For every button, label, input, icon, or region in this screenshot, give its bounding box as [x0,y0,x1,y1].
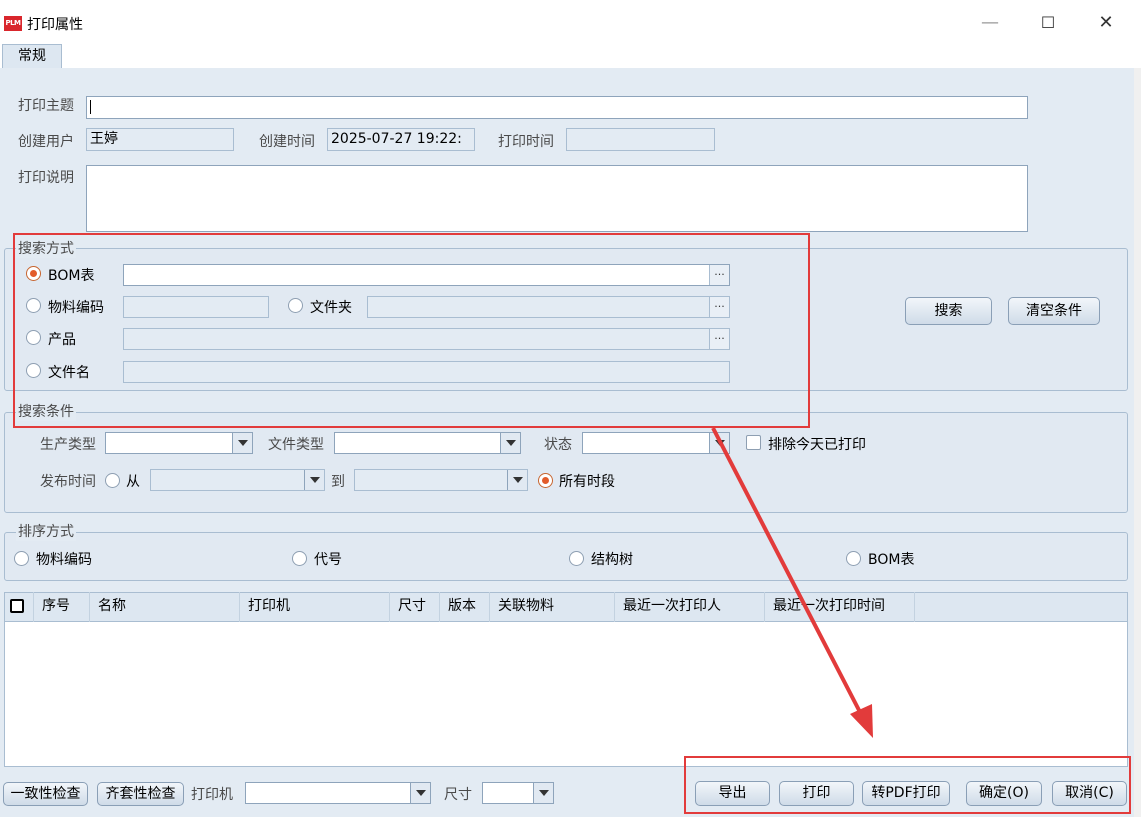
annotation-arrow [711,427,873,738]
